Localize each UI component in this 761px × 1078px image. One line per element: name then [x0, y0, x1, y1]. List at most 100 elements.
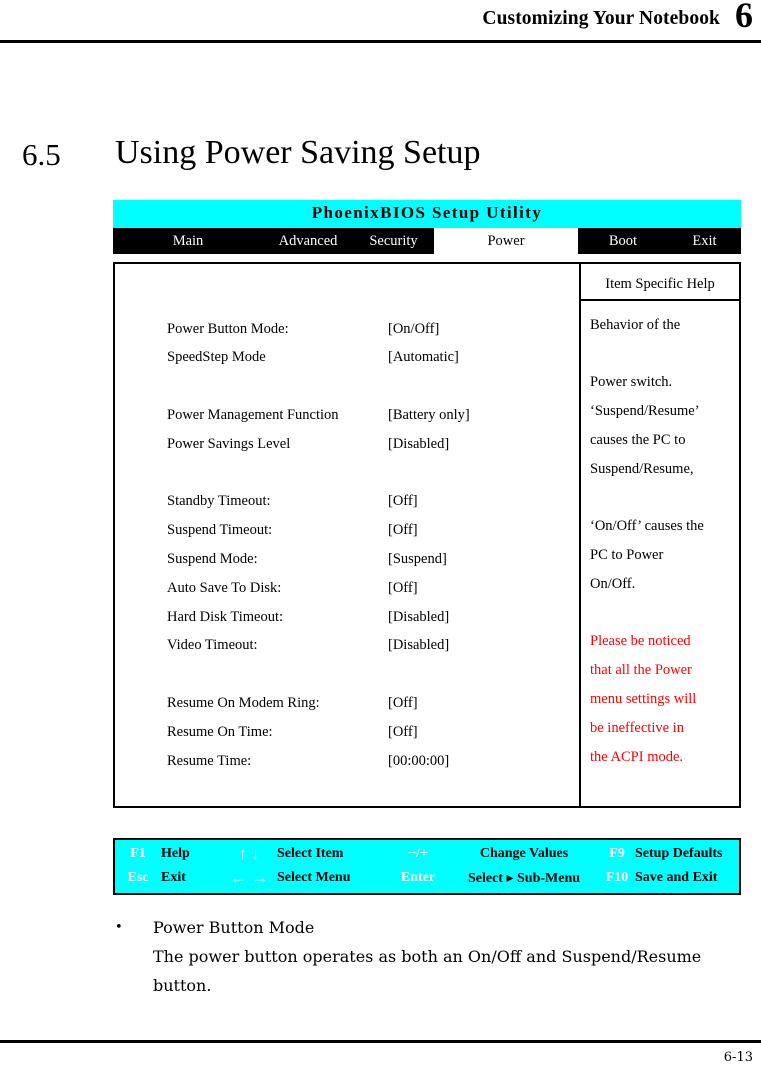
setting-label: Power Button Mode:	[167, 320, 289, 337]
key-desc-setup-defaults: Setup Defaults	[635, 846, 723, 861]
setting-value[interactable]: [Disabled]	[388, 631, 449, 660]
page-header: Customizing Your Notebook 6	[0, 0, 761, 41]
setting-row-spacer	[167, 660, 567, 689]
header-rule	[0, 40, 761, 43]
bios-key-help-bar: F1 Help ↑ ↓ Select Item −/+ Change Value…	[113, 838, 741, 895]
setting-row-spacer	[167, 372, 567, 401]
setting-row-suspend-mode[interactable]: Suspend Mode: [Suspend]	[167, 545, 567, 574]
bullet-item: • Power Button Mode The power button ope…	[115, 913, 736, 1000]
setting-label: Resume On Modem Ring:	[167, 695, 320, 712]
bios-menu-underline	[113, 253, 741, 262]
bios-setup-window: PhoenixBIOS Setup Utility Main Advanced …	[113, 200, 741, 808]
help-line-warning: that all the Power	[590, 662, 692, 679]
key-desc-select-menu: Select Menu	[277, 870, 351, 885]
tab-exit[interactable]: Exit	[668, 228, 741, 254]
key-esc[interactable]: Esc	[115, 870, 161, 886]
setting-row-video-timeout[interactable]: Video Timeout: [Disabled]	[167, 631, 567, 660]
item-specific-help-panel: Item Specific Help Behavior of the Power…	[579, 263, 739, 806]
setting-label: Video Timeout:	[167, 637, 258, 654]
setting-value[interactable]: [Off]	[388, 487, 418, 516]
setting-value[interactable]: [Suspend]	[388, 545, 447, 574]
setting-label: Standby Timeout:	[167, 493, 271, 510]
key-f9[interactable]: F9	[599, 846, 635, 862]
page-title: Using Power Saving Setup	[115, 134, 481, 171]
setting-row-spacer	[167, 459, 567, 488]
tab-boot[interactable]: Boot	[578, 228, 668, 254]
help-line: On/Off.	[590, 575, 636, 592]
setting-label: Suspend Mode:	[167, 551, 258, 568]
setting-row-resume-on-time[interactable]: Resume On Time: [Off]	[167, 718, 567, 747]
setting-label: Power Savings Level	[167, 435, 291, 452]
key-desc-select-item: Select Item	[277, 846, 344, 861]
setting-value[interactable]: [00:00:00]	[388, 747, 449, 776]
up-down-arrow-icon: ↑ ↓	[238, 844, 260, 863]
help-line: Power switch.	[590, 374, 673, 391]
setting-row-resume-on-modem-ring[interactable]: Resume On Modem Ring: [Off]	[167, 689, 567, 718]
setting-value[interactable]: [Off]	[388, 516, 418, 545]
bullet-body: The power button operates as both an On/…	[153, 947, 702, 995]
left-right-arrow-icon: ← →	[229, 868, 269, 887]
help-panel-text: Behavior of the Power switch. ‘Suspend/R…	[581, 301, 739, 772]
setting-value[interactable]: [Battery only]	[388, 401, 470, 430]
bullet-heading: Power Button Mode	[153, 918, 315, 937]
help-line: PC to Power	[590, 547, 664, 564]
tab-power[interactable]: Power	[434, 227, 578, 254]
bios-content-area: Power Button Mode: [On/Off] SpeedStep Mo…	[113, 261, 741, 808]
bios-settings-panel: Power Button Mode: [On/Off] SpeedStep Mo…	[115, 264, 579, 806]
setting-label: Power Management Function	[167, 407, 339, 424]
setting-row-resume-time[interactable]: Resume Time: [00:00:00]	[167, 747, 567, 776]
setting-value[interactable]: [Off]	[388, 718, 418, 747]
key-desc-select-sub-menu: Select ▸ Sub-Menu	[467, 870, 581, 886]
key-f1[interactable]: F1	[115, 846, 161, 862]
key-desc-exit: Exit	[161, 870, 186, 885]
setting-row-auto-save-to-disk[interactable]: Auto Save To Disk: [Off]	[167, 574, 567, 603]
setting-row-standby-timeout[interactable]: Standby Timeout: [Off]	[167, 487, 567, 516]
setting-value[interactable]: [On/Off]	[388, 315, 439, 344]
setting-label: Auto Save To Disk:	[167, 579, 282, 596]
bios-menu-bar: Main Advanced Security Power Boot Exit	[113, 227, 741, 254]
setting-value[interactable]: [Off]	[388, 574, 418, 603]
help-line-warning: menu settings will	[590, 691, 697, 708]
help-line: ‘Suspend/Resume’	[590, 403, 700, 420]
setting-value[interactable]: [Disabled]	[388, 603, 449, 632]
setting-row-power-button-mode[interactable]: Power Button Mode: [On/Off]	[167, 315, 567, 344]
tab-main[interactable]: Main	[113, 228, 263, 254]
setting-value[interactable]: [Off]	[388, 689, 418, 718]
tab-security[interactable]: Security	[353, 228, 434, 254]
setting-row-power-savings-level[interactable]: Power Savings Level [Disabled]	[167, 430, 567, 459]
help-line: Suspend/Resume,	[590, 460, 694, 477]
help-line: causes the PC to	[590, 431, 686, 448]
setting-label: Hard Disk Timeout:	[167, 608, 284, 625]
section-number: 6.5	[22, 137, 61, 172]
help-panel-title: Item Specific Help	[581, 264, 739, 301]
key-minus-plus[interactable]: −/+	[387, 846, 449, 862]
setting-value[interactable]: [Automatic]	[388, 343, 459, 372]
key-help-row-1: F1 Help ↑ ↓ Select Item −/+ Change Value…	[115, 842, 739, 866]
help-line	[590, 339, 739, 368]
help-line: Behavior of the	[590, 316, 681, 333]
settings-list: Power Button Mode: [On/Off] SpeedStep Mo…	[167, 315, 567, 776]
footer-rule	[0, 1040, 761, 1043]
help-line-warning: the ACPI mode.	[590, 748, 684, 765]
setting-row-hard-disk-timeout[interactable]: Hard Disk Timeout: [Disabled]	[167, 603, 567, 632]
setting-label: Resume On Time:	[167, 723, 273, 740]
bios-title-bar: PhoenixBIOS Setup Utility	[113, 200, 741, 228]
setting-row-speedstep-mode[interactable]: SpeedStep Mode [Automatic]	[167, 343, 567, 372]
help-line: ‘On/Off’ causes the	[590, 518, 704, 535]
key-enter[interactable]: Enter	[387, 870, 449, 886]
setting-label: Resume Time:	[167, 752, 252, 769]
setting-value[interactable]: [Disabled]	[388, 430, 449, 459]
setting-label: Suspend Timeout:	[167, 522, 273, 539]
help-line-warning: be ineffective in	[590, 719, 684, 736]
help-line-warning: Please be noticed	[590, 633, 691, 650]
tab-advanced[interactable]: Advanced	[263, 228, 353, 254]
key-help-row-2: Esc Exit ← → Select Menu Enter Select ▸ …	[115, 866, 739, 890]
page-header-title: Customizing Your Notebook	[482, 8, 720, 29]
setting-row-power-management-function[interactable]: Power Management Function [Battery only]	[167, 401, 567, 430]
key-f10[interactable]: F10	[599, 870, 635, 886]
help-line	[590, 599, 739, 628]
setting-label: SpeedStep Mode	[167, 349, 266, 366]
key-desc-save-and-exit: Save and Exit	[635, 870, 718, 885]
help-line	[590, 483, 739, 512]
setting-row-suspend-timeout[interactable]: Suspend Timeout: [Off]	[167, 516, 567, 545]
